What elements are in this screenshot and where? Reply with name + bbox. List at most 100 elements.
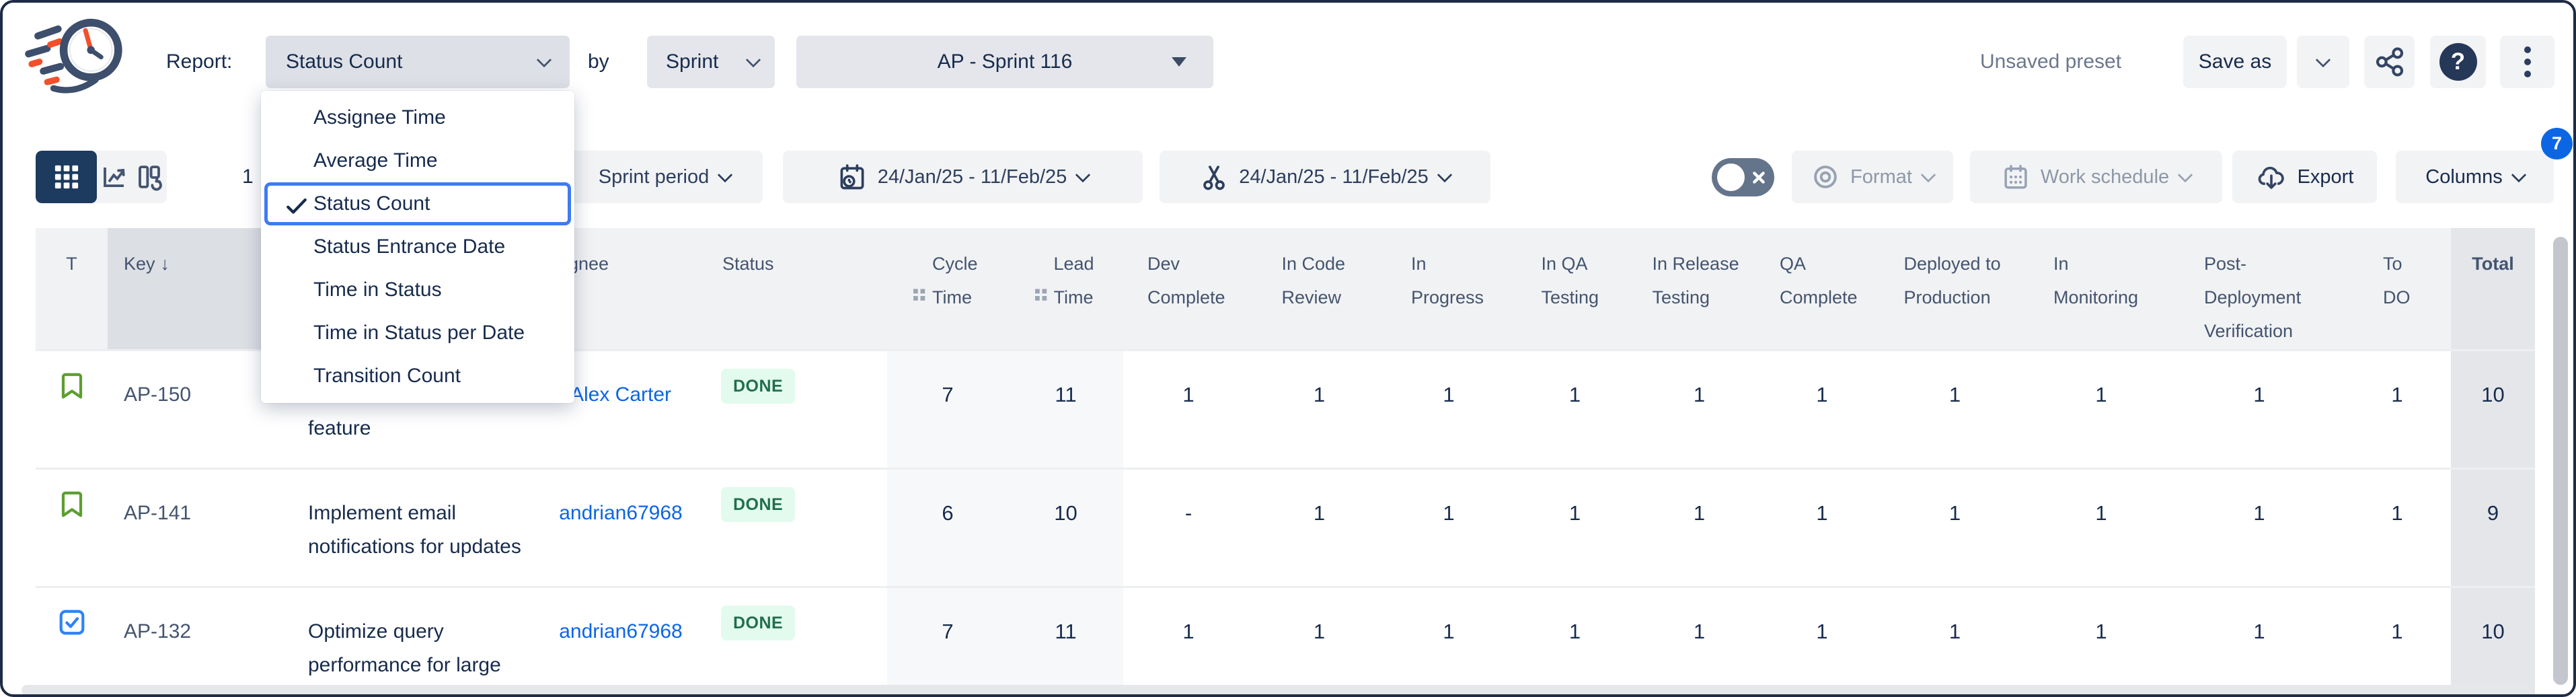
column-header-in-qa-testing[interactable]: In QA Testing [1513,228,1637,349]
issue-assignee[interactable]: andrian67968 [529,588,713,697]
work-schedule-button[interactable]: Work schedule [1970,151,2222,203]
export-button[interactable]: Export [2232,151,2377,203]
trim-range-button[interactable]: 24/Jan/25 - 11/Feb/25 [1160,151,1490,203]
column-header-post-deployment-verification[interactable]: Post-Deployment Verification [2175,228,2343,349]
compare-toggle[interactable] [1712,158,1774,196]
issue-summary[interactable]: Implement email notifications for update… [296,470,529,586]
menu-item-transition-count[interactable]: Transition Count [261,355,574,398]
menu-item-average-time[interactable]: Average Time [261,139,574,182]
column-header-in-code-review[interactable]: In Code Review [1254,228,1385,349]
column-header-label: Cycle Time [932,247,983,349]
help-button[interactable]: ? [2430,36,2486,88]
issue-key[interactable]: AP-141 [108,470,296,586]
status-count-value-in-qa-testing: 1 [1513,588,1637,697]
table-view-button[interactable] [36,151,97,203]
menu-item-label: Assignee Time [313,106,446,129]
column-header-in-progress[interactable]: In Progress [1385,228,1513,349]
group-by-value: Sprint [647,50,718,73]
drag-handle-icon [1034,288,1049,308]
total-value: 10 [2451,588,2535,697]
group-by-select[interactable]: Sprint [647,36,775,88]
column-header-in-monitoring[interactable]: In Monitoring [2027,228,2175,349]
pivot-view-button[interactable] [132,151,167,203]
status-count-value-dev-complete: 1 [1123,588,1254,697]
issue-type-icon [36,588,108,697]
toggle-knob-icon [1717,163,1745,191]
chevron-down-icon [1437,168,1452,183]
calendar-clock-icon [837,161,867,192]
drag-handle-icon [912,288,927,308]
sprint-period-select[interactable]: Sprint period [566,151,763,203]
assignee-link[interactable]: andrian67968 [559,615,683,649]
column-header-to-do[interactable]: To DO [2343,228,2451,349]
menu-item-label: Average Time [313,149,438,172]
status-badge: DONE [721,369,795,404]
column-header-dev-complete[interactable]: Dev Complete [1123,228,1254,349]
columns-button[interactable]: Columns [2396,151,2554,203]
menu-item-label: Transition Count [313,365,461,388]
save-options-button[interactable] [2297,36,2349,88]
status-count-value-in-release-testing: 1 [1637,588,1761,697]
status-count-value-dev-complete: 1 [1123,351,1254,468]
save-as-button[interactable]: Save as [2183,36,2287,88]
date-range-button[interactable]: 24/Jan/25 - 11/Feb/25 [783,151,1143,203]
preset-status: Unsaved preset [1970,36,2131,88]
total-value: 10 [2451,351,2535,468]
columns-label: Columns [2425,166,2502,188]
work-schedule-label: Work schedule [2041,166,2169,188]
menu-item-time-in-status[interactable]: Time in Status [261,268,574,311]
status-badge: DONE [721,606,795,640]
chart-view-button[interactable] [97,151,132,203]
issue-type-icon [36,470,108,586]
issue-key[interactable]: AP-132 [108,588,296,697]
column-header-total[interactable]: Total [2451,228,2535,349]
assignee-link[interactable]: andrian67968 [559,497,683,530]
issue-status: DONE [713,351,887,468]
menu-item-assignee-time[interactable]: Assignee Time [261,96,574,139]
issue-summary[interactable]: Optimize query performance for large dat… [296,588,529,697]
sprint-select[interactable]: AP - Sprint 116 [796,36,1213,88]
status-count-value-to-do: 1 [2343,470,2451,586]
status-count-value-qa-complete: 1 [1761,470,1883,586]
report-type-select[interactable]: Status Count [266,36,570,88]
column-header-deployed-to-production[interactable]: Deployed to Production [1883,228,2027,349]
column-header-qa-complete[interactable]: QA Complete [1761,228,1883,349]
task-checkbox-icon [56,607,87,638]
status-count-value-deployed-to-production: 1 [1883,470,2027,586]
column-header-in-release-testing[interactable]: In Release Testing [1637,228,1761,349]
save-as-label: Save as [2199,50,2271,73]
view-switcher [36,151,167,203]
column-header-lead-time[interactable]: Lead Time [1008,228,1123,349]
share-button[interactable] [2364,36,2415,88]
issue-type-icon [36,351,108,468]
menu-item-time-in-status-per-date[interactable]: Time in Status per Date [261,311,574,355]
grid-view-icon [54,164,79,190]
total-value: 9 [2451,470,2535,586]
status-count-value-qa-complete: 1 [1761,351,1883,468]
app-logo [22,9,129,100]
chevron-down-icon [718,168,733,183]
status-count-value-deployed-to-production: 1 [1883,588,2027,697]
cycle-time-value: 7 [887,351,1008,468]
format-target-icon [1811,163,1840,191]
dropdown-triangle-icon [1172,57,1186,67]
assignee-link[interactable]: Alex Carter [570,378,671,412]
column-header-t[interactable]: T [36,228,108,349]
menu-item-label: Time in Status [313,279,442,301]
chevron-down-icon [746,52,761,68]
more-options-button[interactable] [2500,36,2554,88]
vertical-scrollbar[interactable] [2553,237,2568,685]
status-count-value-in-qa-testing: 1 [1513,351,1637,468]
horizontal-scrollbar[interactable] [22,685,2532,696]
menu-item-status-count[interactable]: Status Count [264,182,571,225]
column-header-label: Post-Deployment Verification [2204,247,2314,349]
clock-speed-logo-icon [22,9,129,97]
menu-item-status-entrance-date[interactable]: Status Entrance Date [261,225,574,268]
issue-assignee[interactable]: andrian67968 [529,470,713,586]
column-header-status[interactable]: Status [713,228,887,349]
export-cloud-download-icon [2256,162,2287,192]
column-header-cycle-time[interactable]: Cycle Time [887,228,1008,349]
sprint-period-label: Sprint period [599,166,709,188]
issue-status: DONE [713,588,887,697]
format-button[interactable]: Format [1792,151,1953,203]
